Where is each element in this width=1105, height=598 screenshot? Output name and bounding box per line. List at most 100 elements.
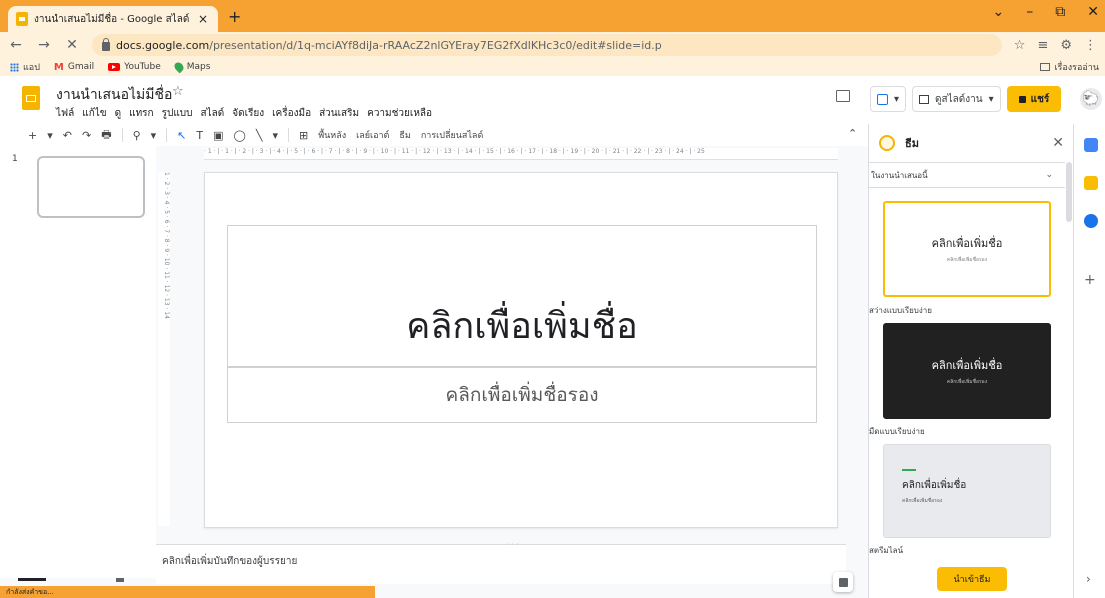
share-button[interactable]: แชร์: [1006, 86, 1062, 112]
select-cursor-icon[interactable]: ↖: [177, 129, 186, 142]
stop-icon[interactable]: ✕: [64, 37, 80, 53]
import-theme-button[interactable]: นำเข้าธีม: [937, 567, 1007, 591]
slide-number: 1: [12, 154, 18, 164]
subtitle-placeholder[interactable]: คลิกเพื่อเพิ่มชื่อรอง: [227, 367, 817, 423]
avatar[interactable]: 🐑: [1080, 88, 1102, 110]
textbox-icon[interactable]: T: [196, 129, 203, 142]
restore-icon[interactable]: ⧉: [1055, 4, 1065, 20]
theme-card-simple-light[interactable]: คลิกเพื่อเพิ่มชื่อ คลิกเพื่อเพิ่มชื่อรอง: [883, 201, 1051, 297]
theme-card-simple-dark[interactable]: คลิกเพื่อเพิ่มชื่อ คลิกเพื่อเพิ่มชื่อรอง: [883, 323, 1051, 419]
reading-list-button[interactable]: เรื่องรออ่าน: [1040, 60, 1099, 74]
menu-edit[interactable]: แก้ไข: [82, 106, 106, 121]
window-controls: ⌄ – ⧉ ✕: [993, 4, 1099, 20]
line-dropdown-icon[interactable]: ▾: [272, 129, 278, 142]
bookmark-star-icon[interactable]: ☆: [1014, 38, 1026, 53]
bookmark-label: Maps: [186, 62, 211, 72]
image-icon[interactable]: ▣: [213, 129, 223, 142]
new-slide-dropdown-icon[interactable]: ▾: [47, 129, 53, 142]
meet-button[interactable]: ▾: [870, 86, 907, 112]
maps-pin-icon: [172, 60, 186, 74]
header-actions: ▾ ดูสไลด์งาน ▾ แชร์: [870, 86, 1062, 112]
menu-help[interactable]: ความช่วยเหลือ: [367, 106, 432, 121]
menu-view[interactable]: ดู: [115, 106, 122, 121]
theme-button[interactable]: ธีม: [399, 128, 410, 142]
reading-mode-icon[interactable]: ≡: [1037, 38, 1048, 53]
chevron-down-icon: ⌄: [1045, 170, 1053, 180]
slides-logo-icon[interactable]: [22, 86, 40, 110]
editor-toolbar: + ▾ ↶ ↷ 🖶 ⚲ ▾ ↖ T ▣ ◯ ╲ ▾ ⊞ พื้นหลัง เลย…: [0, 124, 868, 146]
star-icon[interactable]: ☆: [172, 84, 184, 99]
menu-insert[interactable]: แทรก: [129, 106, 153, 121]
slide-canvas[interactable]: คลิกเพื่อเพิ่มชื่อ คลิกเพื่อเพิ่มชื่อรอง: [204, 172, 838, 528]
bookmark-youtube[interactable]: YouTube: [108, 62, 161, 72]
browser-menu-icon[interactable]: ⋮: [1084, 38, 1097, 53]
tab-close-icon[interactable]: ×: [196, 12, 210, 26]
theme-source-select[interactable]: ในงานนำเสนอนี้ ⌄: [869, 162, 1065, 188]
theme-panel-scrollbar[interactable]: [1066, 162, 1072, 222]
document-title[interactable]: งานนำเสนอไม่มีชื่อ: [56, 84, 172, 106]
forward-icon[interactable]: →: [36, 37, 52, 53]
meet-icon: [877, 93, 888, 105]
taskbar-grid-icon: [116, 578, 124, 582]
new-tab-button[interactable]: +: [228, 7, 241, 26]
transition-button[interactable]: การเปลี่ยนสไลด์: [421, 128, 483, 142]
new-slide-icon[interactable]: +: [28, 129, 37, 142]
menu-addons[interactable]: ส่วนเสริม: [319, 106, 359, 121]
browser-tab[interactable]: งานนำเสนอไม่มีชื่อ - Google สไลด์ ×: [8, 6, 218, 32]
add-addon-icon[interactable]: +: [1084, 272, 1096, 288]
zoom-icon[interactable]: ⚲: [133, 129, 141, 142]
zoom-dropdown-icon[interactable]: ▾: [151, 129, 157, 142]
comment-history-icon[interactable]: [836, 90, 850, 102]
browser-actions: ☆ ≡ ⚙ ⋮: [1014, 38, 1097, 53]
back-icon[interactable]: ←: [8, 37, 24, 53]
line-icon[interactable]: ╲: [256, 129, 263, 142]
layout-button[interactable]: เลย์เอาต์: [356, 128, 389, 142]
present-label: ดูสไลด์งาน: [935, 93, 983, 105]
bookmark-maps[interactable]: Maps: [172, 60, 211, 74]
keep-icon[interactable]: [1084, 176, 1098, 190]
window-close-icon[interactable]: ✕: [1087, 4, 1099, 20]
present-dropdown-icon[interactable]: ▾: [989, 94, 994, 105]
undo-icon[interactable]: ↶: [63, 129, 72, 142]
slide-thumbnail[interactable]: [37, 156, 145, 218]
close-icon[interactable]: ✕: [1052, 135, 1064, 151]
present-button[interactable]: ดูสไลด์งาน ▾: [912, 86, 1001, 112]
bookmark-gmail[interactable]: M Gmail: [54, 62, 94, 73]
theme-preview-subtitle: คลิกเพื่อเพิ่มชื่อรอง: [946, 257, 988, 263]
theme-card-streamline[interactable]: คลิกเพื่อเพิ่มชื่อ คลิกเพื่อเพิ่มชื่อรอง: [883, 444, 1051, 538]
redo-icon[interactable]: ↷: [82, 129, 91, 142]
notes-placeholder[interactable]: คลิกเพื่อเพิ่มบันทึกของผู้บรรยาย: [162, 554, 297, 569]
expand-panel-icon[interactable]: ›: [1086, 572, 1091, 586]
menu-format[interactable]: รูปแบบ: [162, 106, 193, 121]
theme-panel: ธีม ✕ ในงานนำเสนอนี้ ⌄ คลิกเพื่อเพิ่มชื่…: [868, 124, 1073, 598]
tab-search-icon[interactable]: ⌄: [993, 4, 1005, 20]
comment-icon[interactable]: ⊞: [299, 129, 308, 142]
slides-header: งานนำเสนอไม่มีชื่อ ☆ ไฟล์ แก้ไข ดู แทรก …: [0, 76, 1105, 124]
shape-icon[interactable]: ◯: [234, 129, 246, 142]
share-label: แชร์: [1030, 93, 1050, 105]
theme-name: สว่างแบบเรียบง่าย: [869, 306, 932, 315]
title-placeholder[interactable]: คลิกเพื่อเพิ่มชื่อ: [227, 225, 817, 367]
collapse-toolbar-icon[interactable]: ⌃: [848, 127, 857, 140]
lock-icon: [102, 37, 110, 51]
menu-slide[interactable]: สไลด์: [200, 106, 224, 121]
speaker-notes[interactable]: · · · คลิกเพื่อเพิ่มบันทึกของผู้บรรยาย: [156, 540, 846, 584]
menu-tools[interactable]: เครื่องมือ: [272, 106, 311, 121]
gmail-icon: M: [53, 61, 64, 73]
vertical-ruler: 1 · 2 · 3 · 4 · 5 · 6 · 7 · 8 · 9 · 10 ·…: [158, 172, 170, 526]
toolbar-divider: [166, 128, 168, 142]
address-bar[interactable]: docs.google.com/presentation/d/1q-mciAYf…: [92, 34, 1002, 56]
menu-arrange[interactable]: จัดเรียง: [232, 106, 264, 121]
bookmark-apps[interactable]: แอป: [10, 60, 40, 74]
tab-title: งานนำเสนอไม่มีชื่อ - Google สไลด์: [34, 13, 190, 25]
dropdown-icon: ▾: [894, 93, 900, 105]
print-icon[interactable]: 🖶: [101, 126, 111, 145]
menu-file[interactable]: ไฟล์: [56, 106, 74, 121]
background-button[interactable]: พื้นหลัง: [318, 128, 346, 142]
tasks-icon[interactable]: [1084, 214, 1098, 228]
explore-button[interactable]: [833, 572, 853, 592]
calendar-icon[interactable]: [1084, 138, 1098, 152]
profile-icon[interactable]: ⚙: [1060, 38, 1072, 53]
notes-resize-handle[interactable]: · · ·: [506, 540, 519, 549]
minimize-icon[interactable]: –: [1026, 4, 1033, 20]
